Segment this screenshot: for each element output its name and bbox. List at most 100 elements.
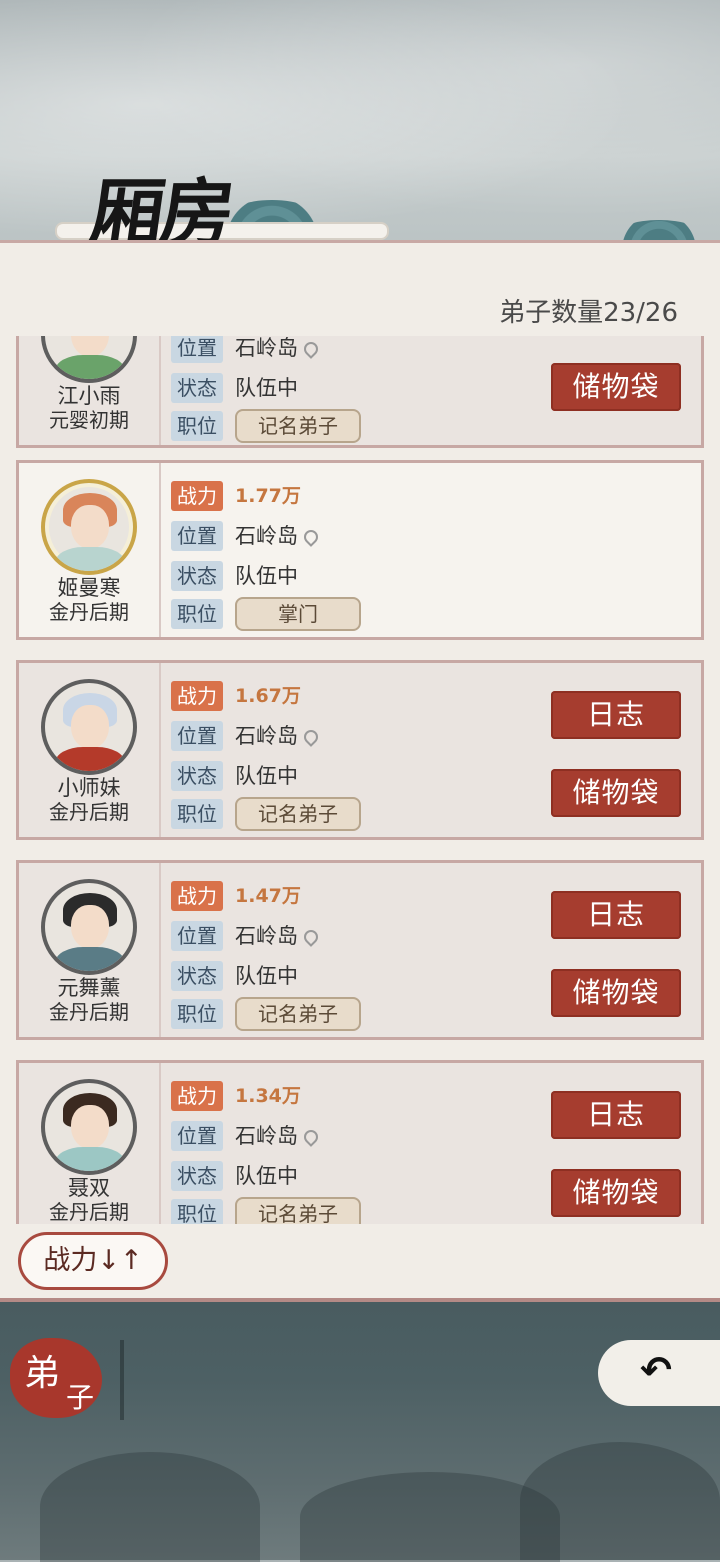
status-value: 队伍中 xyxy=(235,1164,298,1188)
nav-divider xyxy=(120,1340,124,1420)
avatar-robe xyxy=(55,355,125,379)
location-tag: 位置 xyxy=(171,1121,223,1151)
location-tag: 位置 xyxy=(171,336,223,363)
location-pin-icon xyxy=(301,527,321,547)
disciple-realm: 元婴初期 xyxy=(49,408,129,432)
back-arrow-icon: ↶ xyxy=(640,1348,672,1392)
power-tag: 战力 xyxy=(171,681,223,711)
storage-bag-button[interactable]: 储物袋 xyxy=(551,363,681,411)
disciple-card[interactable]: 小师妹 金丹后期 战力 1.67万 位置 石岭岛 状态 队伍中 职位 记名弟子 … xyxy=(16,660,704,840)
disciple-realm: 金丹后期 xyxy=(49,1000,129,1024)
disciple-count: 弟子数量23/26 xyxy=(499,298,678,328)
disciple-list[interactable]: 江小雨 元婴初期 位置 石岭岛 状态 队伍中 职位 记名弟子 储物袋 姬曼寒 金… xyxy=(0,336,720,1224)
mountain-decoration xyxy=(520,1442,720,1560)
location-value: 石岭岛 xyxy=(235,721,321,751)
card-divider xyxy=(159,663,161,837)
status-tag: 状态 xyxy=(171,373,223,403)
location-pin-icon xyxy=(301,727,321,747)
bottom-nav-bar xyxy=(0,1302,720,1562)
location-tag: 位置 xyxy=(171,921,223,951)
card-divider xyxy=(159,463,161,637)
location-value: 石岭岛 xyxy=(235,336,321,363)
rank-badge: 记名弟子 xyxy=(235,409,361,443)
location-text: 石岭岛 xyxy=(235,524,298,548)
disciple-card[interactable]: 姬曼寒 金丹后期 战力 1.77万 位置 石岭岛 状态 队伍中 职位 掌门 xyxy=(16,460,704,640)
avatar-face xyxy=(71,505,109,549)
rank-badge: 掌门 xyxy=(235,597,361,631)
status-value: 队伍中 xyxy=(235,564,298,588)
status-tag: 状态 xyxy=(171,1161,223,1191)
disciple-name: 元舞薰 xyxy=(57,976,121,1000)
location-value: 石岭岛 xyxy=(235,1121,321,1151)
avatar-face xyxy=(71,1105,109,1149)
avatar xyxy=(41,1079,137,1175)
disciples-tab[interactable]: 弟 子 xyxy=(10,1338,102,1418)
disciple-realm: 金丹后期 xyxy=(49,1200,129,1224)
position-tag: 职位 xyxy=(171,411,223,441)
position-tag: 职位 xyxy=(171,599,223,629)
power-tag: 战力 xyxy=(171,481,223,511)
status-tag: 状态 xyxy=(171,961,223,991)
power-tag: 战力 xyxy=(171,1081,223,1111)
tab-label: 弟 xyxy=(24,1353,61,1394)
avatar-face xyxy=(71,336,109,357)
tab-label: 子 xyxy=(66,1381,95,1414)
avatar-face xyxy=(71,905,109,949)
power-value: 1.34万 xyxy=(235,1085,301,1107)
storage-bag-button[interactable]: 储物袋 xyxy=(551,769,681,817)
position-tag: 职位 xyxy=(171,799,223,829)
disciple-card[interactable]: 聂双 金丹后期 战力 1.34万 位置 石岭岛 状态 队伍中 职位 记名弟子 日… xyxy=(16,1060,704,1224)
location-tag: 位置 xyxy=(171,521,223,551)
rank-badge: 记名弟子 xyxy=(235,997,361,1031)
disciple-card[interactable]: 江小雨 元婴初期 位置 石岭岛 状态 队伍中 职位 记名弟子 储物袋 xyxy=(16,336,704,448)
mountain-decoration xyxy=(40,1452,260,1562)
rank-badge: 记名弟子 xyxy=(235,1197,361,1224)
avatar-robe xyxy=(55,947,125,971)
status-tag: 状态 xyxy=(171,761,223,791)
disciple-name: 姬曼寒 xyxy=(57,576,121,600)
log-button[interactable]: 日志 xyxy=(551,891,681,939)
disciple-card[interactable]: 元舞薰 金丹后期 战力 1.47万 位置 石岭岛 状态 队伍中 职位 记名弟子 … xyxy=(16,860,704,1040)
power-value: 1.47万 xyxy=(235,885,301,907)
disciple-realm: 金丹后期 xyxy=(49,800,129,824)
log-button[interactable]: 日志 xyxy=(551,1091,681,1139)
location-value: 石岭岛 xyxy=(235,921,321,951)
card-divider xyxy=(159,1063,161,1224)
location-text: 石岭岛 xyxy=(235,724,298,748)
location-pin-icon xyxy=(301,1127,321,1147)
avatar xyxy=(41,336,137,383)
back-button[interactable]: ↶ xyxy=(598,1340,720,1406)
log-button[interactable]: 日志 xyxy=(551,691,681,739)
disciple-name: 江小雨 xyxy=(57,384,121,408)
status-value: 队伍中 xyxy=(235,764,298,788)
disciple-name: 小师妹 xyxy=(57,776,121,800)
avatar-robe xyxy=(55,1147,125,1171)
avatar xyxy=(41,679,137,775)
status-value: 队伍中 xyxy=(235,964,298,988)
location-tag: 位置 xyxy=(171,721,223,751)
sort-by-power-button[interactable]: 战力↓↑ xyxy=(18,1232,168,1290)
location-pin-icon xyxy=(301,339,321,359)
card-divider xyxy=(159,336,161,445)
power-value: 1.67万 xyxy=(235,685,301,707)
rank-badge: 记名弟子 xyxy=(235,797,361,831)
avatar xyxy=(41,879,137,975)
location-text: 石岭岛 xyxy=(235,924,298,948)
power-tag: 战力 xyxy=(171,881,223,911)
location-value: 石岭岛 xyxy=(235,521,321,551)
position-tag: 职位 xyxy=(171,999,223,1029)
storage-bag-button[interactable]: 储物袋 xyxy=(551,969,681,1017)
disciple-name: 聂双 xyxy=(68,1176,110,1200)
location-pin-icon xyxy=(301,927,321,947)
status-tag: 状态 xyxy=(171,561,223,591)
disciple-realm: 金丹后期 xyxy=(49,600,129,624)
power-value: 1.77万 xyxy=(235,485,301,507)
position-tag: 职位 xyxy=(171,1199,223,1224)
avatar-face xyxy=(71,705,109,749)
storage-bag-button[interactable]: 储物袋 xyxy=(551,1169,681,1217)
location-text: 石岭岛 xyxy=(235,336,298,360)
avatar-robe xyxy=(55,747,125,771)
location-text: 石岭岛 xyxy=(235,1124,298,1148)
card-divider xyxy=(159,863,161,1037)
status-value: 队伍中 xyxy=(235,376,298,400)
